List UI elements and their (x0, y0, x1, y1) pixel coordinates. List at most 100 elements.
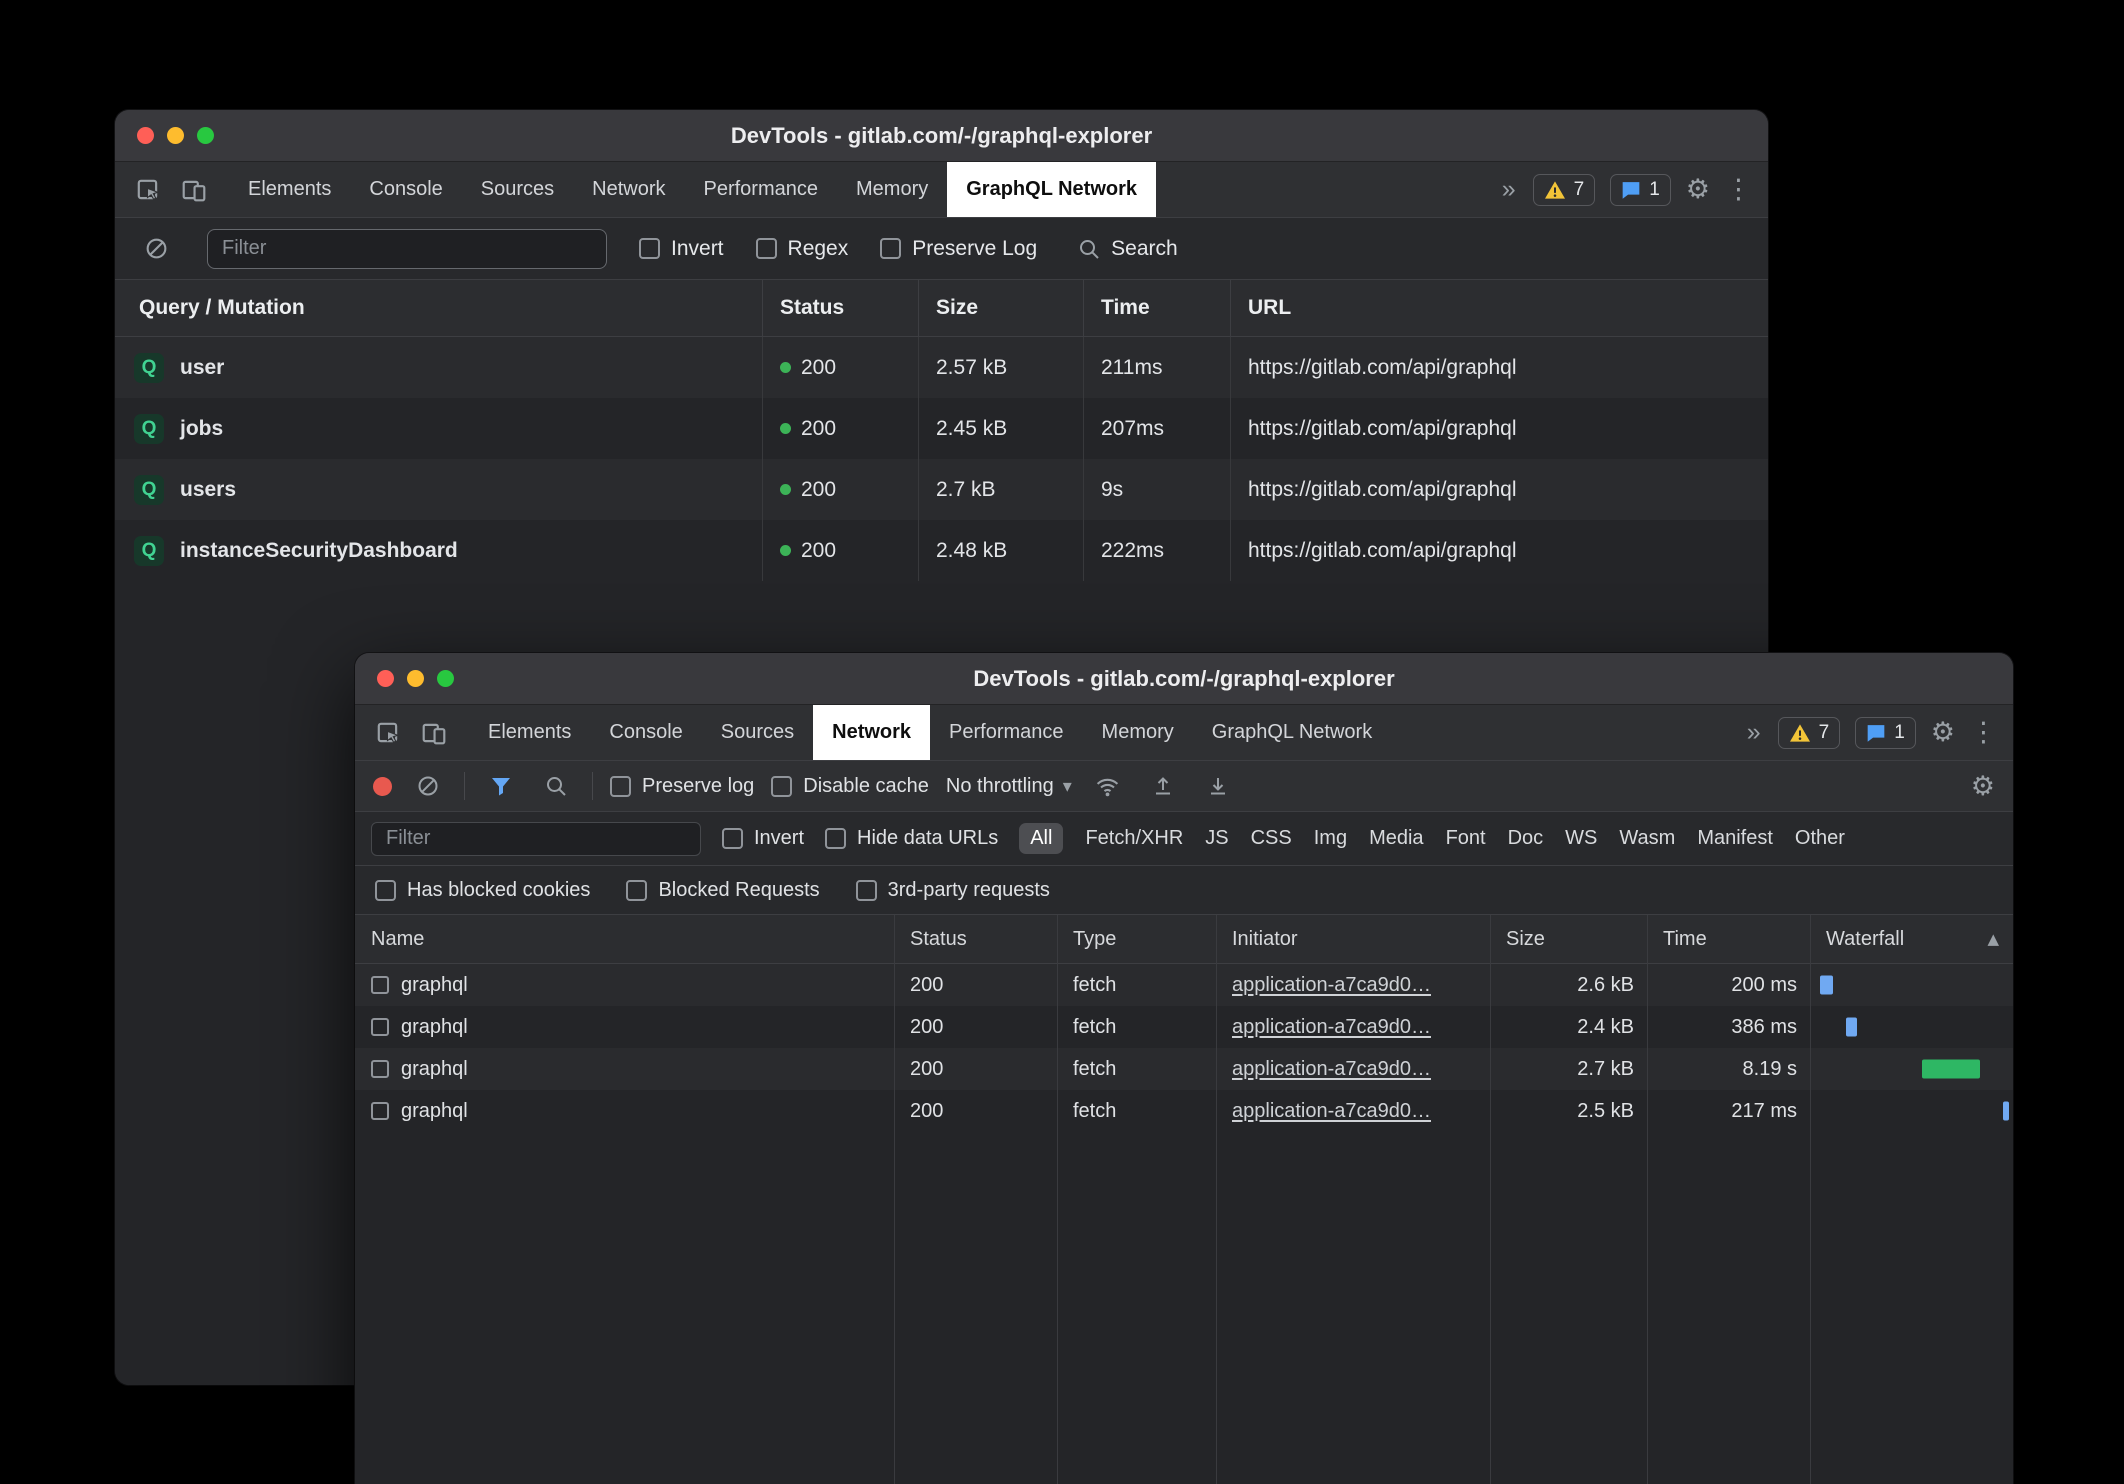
tab-graphql-network[interactable]: GraphQL Network (947, 162, 1156, 217)
tab-network[interactable]: Network (573, 162, 684, 217)
filter-chip-img[interactable]: Img (1314, 827, 1347, 850)
column-header-size[interactable]: Size (918, 280, 1083, 336)
filter-input[interactable] (207, 229, 607, 269)
column-header-query-mutation[interactable]: Query / Mutation (115, 280, 762, 336)
initiator-link[interactable]: application-a7ca9d0… (1232, 974, 1431, 997)
warnings-badge[interactable]: 7 (1778, 717, 1841, 749)
initiator-link[interactable]: application-a7ca9d0… (1232, 1016, 1431, 1039)
record-button[interactable] (373, 777, 392, 796)
filter-chip-other[interactable]: Other (1795, 827, 1845, 850)
minimize-button[interactable] (407, 670, 424, 687)
column-header-time[interactable]: Time (1647, 915, 1810, 963)
row-checkbox[interactable] (371, 1018, 389, 1036)
filter-chip-font[interactable]: Font (1446, 827, 1486, 850)
tab-performance[interactable]: Performance (930, 705, 1083, 760)
column-header-size[interactable]: Size (1490, 915, 1647, 963)
initiator-link[interactable]: application-a7ca9d0… (1232, 1100, 1431, 1123)
warnings-badge[interactable]: 7 (1533, 174, 1596, 206)
has-blocked-cookies-checkbox[interactable]: Has blocked cookies (375, 879, 590, 902)
query-row[interactable]: Q jobs 200 2.45 kB 207ms https://gitlab.… (115, 398, 1768, 459)
filter-chip-js[interactable]: JS (1205, 827, 1228, 850)
more-tabs-icon[interactable]: » (1500, 175, 1518, 204)
tab-console[interactable]: Console (590, 705, 701, 760)
row-checkbox[interactable] (371, 1102, 389, 1120)
query-row[interactable]: Q users 200 2.7 kB 9s https://gitlab.com… (115, 459, 1768, 520)
third-party-requests-checkbox[interactable]: 3rd-party requests (856, 879, 1050, 902)
issues-badge[interactable]: 1 (1855, 717, 1916, 749)
row-checkbox[interactable] (371, 1060, 389, 1078)
issues-badge[interactable]: 1 (1610, 174, 1671, 206)
filter-chip-fetch-xhr[interactable]: Fetch/XHR (1085, 827, 1183, 850)
tab-memory[interactable]: Memory (837, 162, 947, 217)
preserve-log-checkbox[interactable]: Preserve log (610, 775, 754, 798)
preserve-log-checkbox[interactable]: Preserve Log (880, 237, 1037, 261)
column-header-time[interactable]: Time (1083, 280, 1230, 336)
column-header-status[interactable]: Status (894, 915, 1057, 963)
inspect-icon[interactable] (369, 714, 407, 752)
filter-funnel-icon[interactable] (482, 767, 520, 805)
kebab-menu-icon[interactable]: ⋮ (1970, 719, 1997, 746)
query-row[interactable]: Q user 200 2.57 kB 211ms https://gitlab.… (115, 337, 1768, 398)
column-header-url[interactable]: URL (1230, 280, 1768, 336)
filter-chip-manifest[interactable]: Manifest (1697, 827, 1773, 850)
filter-chip-wasm[interactable]: Wasm (1619, 827, 1675, 850)
export-har-icon[interactable] (1199, 767, 1237, 805)
tab-sources[interactable]: Sources (702, 705, 813, 760)
tab-sources[interactable]: Sources (462, 162, 573, 217)
settings-gear-icon[interactable]: ⚙ (1931, 719, 1955, 746)
clear-icon[interactable] (409, 767, 447, 805)
filter-input[interactable] (371, 822, 701, 856)
filter-chip-ws[interactable]: WS (1565, 827, 1597, 850)
hide-data-urls-checkbox[interactable]: Hide data URLs (825, 827, 998, 850)
more-tabs-icon[interactable]: » (1745, 718, 1763, 747)
column-header-waterfall[interactable]: Waterfall ▲ (1810, 915, 2013, 963)
import-har-icon[interactable] (1144, 767, 1182, 805)
tab-graphql-network[interactable]: GraphQL Network (1193, 705, 1391, 760)
checkbox-box (722, 828, 743, 849)
column-header-name[interactable]: Name (355, 915, 894, 963)
search-control[interactable]: Search (1077, 237, 1178, 261)
search-icon[interactable] (537, 767, 575, 805)
titlebar[interactable]: DevTools - gitlab.com/-/graphql-explorer (355, 653, 2013, 705)
clear-icon[interactable] (137, 230, 175, 268)
column-header-initiator[interactable]: Initiator (1216, 915, 1490, 963)
request-row[interactable]: graphql 200 fetch application-a7ca9d0… 2… (355, 1090, 2013, 1132)
request-row[interactable]: graphql 200 fetch application-a7ca9d0… 2… (355, 1006, 2013, 1048)
regex-checkbox[interactable]: Regex (756, 237, 849, 261)
column-header-status[interactable]: Status (762, 280, 918, 336)
query-row[interactable]: Q instanceSecurityDashboard 200 2.48 kB … (115, 520, 1768, 581)
kebab-menu-icon[interactable]: ⋮ (1725, 176, 1752, 203)
tab-network[interactable]: Network (813, 705, 930, 760)
filter-chip-all[interactable]: All (1019, 823, 1063, 854)
minimize-button[interactable] (167, 127, 184, 144)
row-checkbox[interactable] (371, 976, 389, 994)
filter-chip-media[interactable]: Media (1369, 827, 1423, 850)
column-header-type[interactable]: Type (1057, 915, 1216, 963)
tab-elements[interactable]: Elements (229, 162, 350, 217)
tab-performance[interactable]: Performance (685, 162, 838, 217)
tab-memory[interactable]: Memory (1083, 705, 1193, 760)
settings-gear-icon[interactable]: ⚙ (1686, 176, 1710, 203)
device-toolbar-icon[interactable] (415, 714, 453, 752)
filter-chip-doc[interactable]: Doc (1508, 827, 1544, 850)
request-row[interactable]: graphql 200 fetch application-a7ca9d0… 2… (355, 1048, 2013, 1090)
filter-chip-css[interactable]: CSS (1251, 827, 1292, 850)
tab-elements[interactable]: Elements (469, 705, 590, 760)
device-toolbar-icon[interactable] (175, 171, 213, 209)
tab-console[interactable]: Console (350, 162, 461, 217)
invert-checkbox[interactable]: Invert (639, 237, 724, 261)
zoom-button[interactable] (197, 127, 214, 144)
disable-cache-checkbox[interactable]: Disable cache (771, 775, 929, 798)
request-row[interactable]: graphql 200 fetch application-a7ca9d0… 2… (355, 964, 2013, 1006)
initiator-link[interactable]: application-a7ca9d0… (1232, 1058, 1431, 1081)
network-conditions-icon[interactable] (1089, 767, 1127, 805)
titlebar[interactable]: DevTools - gitlab.com/-/graphql-explorer (115, 110, 1768, 162)
inspect-icon[interactable] (129, 171, 167, 209)
network-settings-gear-icon[interactable]: ⚙ (1971, 773, 1995, 800)
invert-checkbox[interactable]: Invert (722, 827, 804, 850)
blocked-requests-checkbox[interactable]: Blocked Requests (626, 879, 819, 902)
zoom-button[interactable] (437, 670, 454, 687)
close-button[interactable] (137, 127, 154, 144)
close-button[interactable] (377, 670, 394, 687)
throttling-dropdown[interactable]: No throttling ▾ (946, 775, 1072, 798)
